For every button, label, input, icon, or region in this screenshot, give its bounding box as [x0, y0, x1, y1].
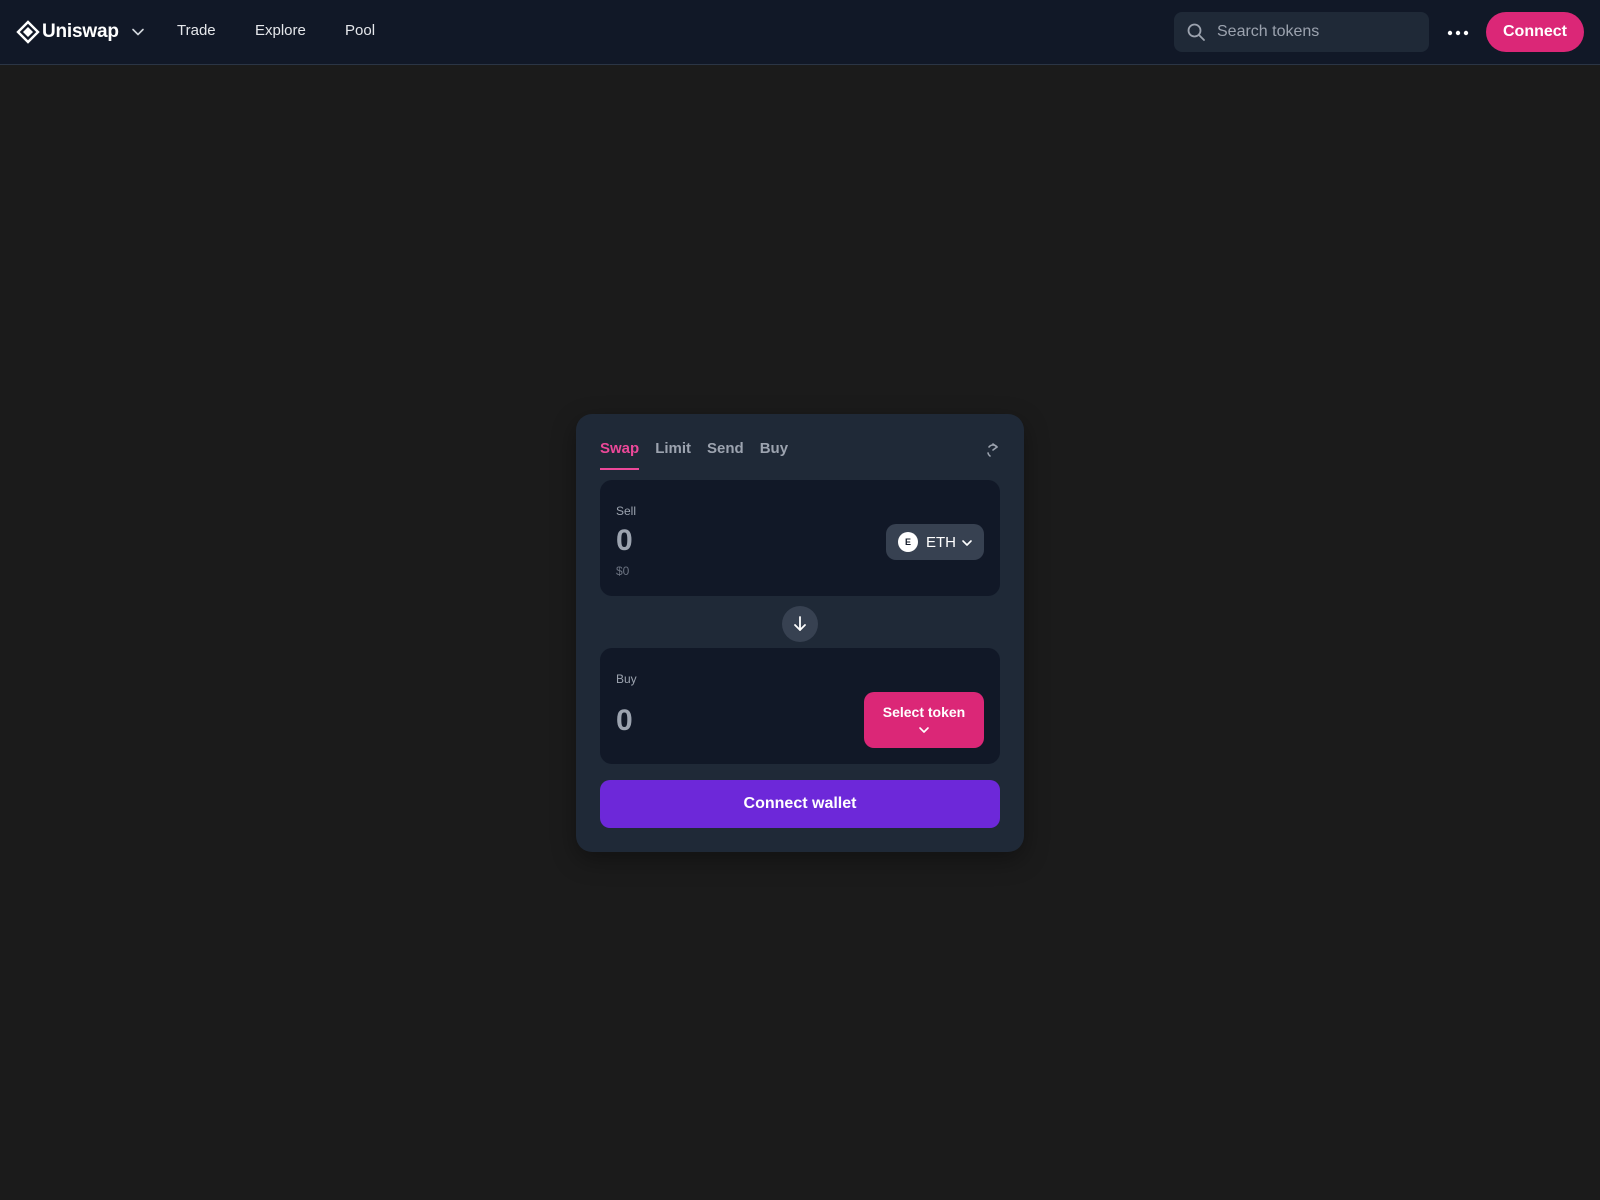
- arrow-down-icon: [791, 615, 809, 633]
- swap-card: Swap Limit Send Buy Sell $0 E ETH: [576, 414, 1024, 852]
- settings-gear-icon[interactable]: [984, 440, 1002, 458]
- search-input[interactable]: [1217, 23, 1417, 41]
- select-token-label: Select token: [882, 704, 966, 720]
- switch-tokens-button[interactable]: [782, 606, 818, 642]
- top-navigation-bar: Uniswap Trade Explore Pool Connect: [0, 0, 1600, 65]
- chevron-down-icon: [918, 724, 930, 736]
- select-token-button[interactable]: Select token: [864, 692, 984, 748]
- sell-token-selector[interactable]: E ETH: [886, 524, 984, 560]
- more-options-button[interactable]: [1446, 20, 1470, 44]
- chevron-down-icon: [131, 25, 145, 39]
- sell-panel: Sell $0 E ETH: [600, 480, 1000, 596]
- tab-buy[interactable]: Buy: [760, 440, 788, 464]
- nav-pool[interactable]: Pool: [345, 22, 375, 39]
- nav-explore[interactable]: Explore: [255, 22, 306, 39]
- sell-token-symbol: ETH: [926, 533, 956, 551]
- buy-amount-input[interactable]: [616, 704, 796, 738]
- chevron-down-icon: [961, 536, 973, 548]
- sell-usd-value: $0: [616, 564, 630, 578]
- swap-tabs: Swap Limit Send Buy: [600, 440, 804, 470]
- brand-menu[interactable]: Uniswap: [16, 19, 145, 45]
- buy-label: Buy: [616, 672, 637, 686]
- brand-name: Uniswap: [42, 21, 119, 42]
- more-horizontal-icon: [1447, 23, 1469, 41]
- sell-label: Sell: [616, 504, 637, 518]
- tab-limit[interactable]: Limit: [655, 440, 691, 464]
- nav-trade[interactable]: Trade: [177, 22, 216, 39]
- tab-send[interactable]: Send: [707, 440, 744, 464]
- tab-swap[interactable]: Swap: [600, 440, 640, 470]
- connect-button[interactable]: Connect: [1486, 12, 1584, 52]
- search-icon: [1186, 22, 1206, 42]
- sell-amount-input[interactable]: [616, 524, 796, 558]
- uniswap-logo-icon: [16, 20, 40, 44]
- buy-panel: Buy Select token: [600, 648, 1000, 764]
- connect-wallet-button[interactable]: Connect wallet: [600, 780, 1000, 828]
- search-bar[interactable]: [1174, 12, 1429, 52]
- eth-token-icon: E: [898, 532, 918, 552]
